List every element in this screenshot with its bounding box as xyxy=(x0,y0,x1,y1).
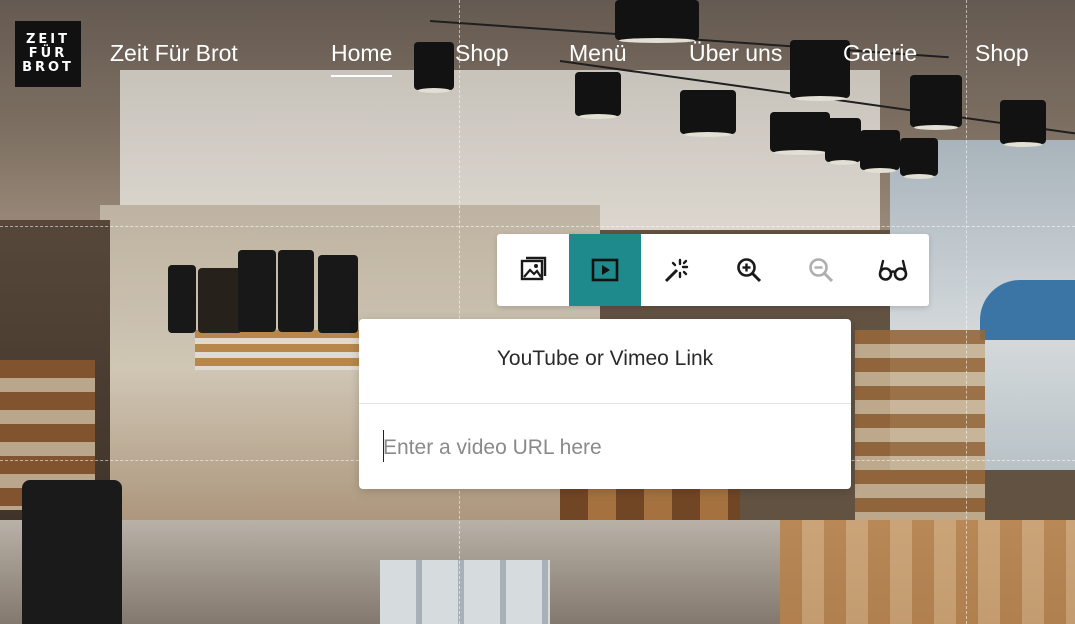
site-name[interactable]: Zeit Für Brot xyxy=(110,40,238,67)
text-cursor xyxy=(383,430,384,462)
background-photo xyxy=(0,0,1075,624)
video-icon xyxy=(591,258,619,282)
grid-guide xyxy=(0,226,1075,227)
divider xyxy=(359,403,851,404)
nav-item-menu[interactable]: Menü xyxy=(569,40,627,67)
nav-item-shop-2[interactable]: Shop xyxy=(975,40,1029,67)
video-url-input[interactable] xyxy=(383,431,823,465)
nav-item-shop[interactable]: Shop xyxy=(455,40,509,67)
site-logo[interactable]: ZEIT FÜR BROT xyxy=(15,21,81,87)
video-link-popup: YouTube or Vimeo Link xyxy=(359,319,851,489)
zoom-out-icon xyxy=(809,258,834,283)
magic-wand-button[interactable] xyxy=(641,234,713,306)
glasses-icon xyxy=(878,259,908,281)
nav-item-about[interactable]: Über uns xyxy=(689,40,782,67)
logo-line: FÜR xyxy=(28,46,68,61)
logo-line: BROT xyxy=(22,60,74,75)
logo-line: ZEIT xyxy=(25,32,70,47)
preview-button[interactable] xyxy=(857,234,929,306)
grid-guide xyxy=(459,0,460,624)
media-toolbar xyxy=(497,234,929,306)
nav-item-gallery[interactable]: Galerie xyxy=(843,40,917,67)
popup-title: YouTube or Vimeo Link xyxy=(496,347,714,370)
magic-wand-icon xyxy=(664,258,689,283)
zoom-out-button[interactable] xyxy=(785,234,857,306)
image-button[interactable] xyxy=(497,234,569,306)
grid-guide xyxy=(966,0,967,624)
image-icon xyxy=(520,256,547,281)
zoom-in-icon xyxy=(737,258,762,283)
video-button[interactable] xyxy=(569,234,641,306)
zoom-in-button[interactable] xyxy=(713,234,785,306)
nav-item-home[interactable]: Home xyxy=(331,40,393,77)
